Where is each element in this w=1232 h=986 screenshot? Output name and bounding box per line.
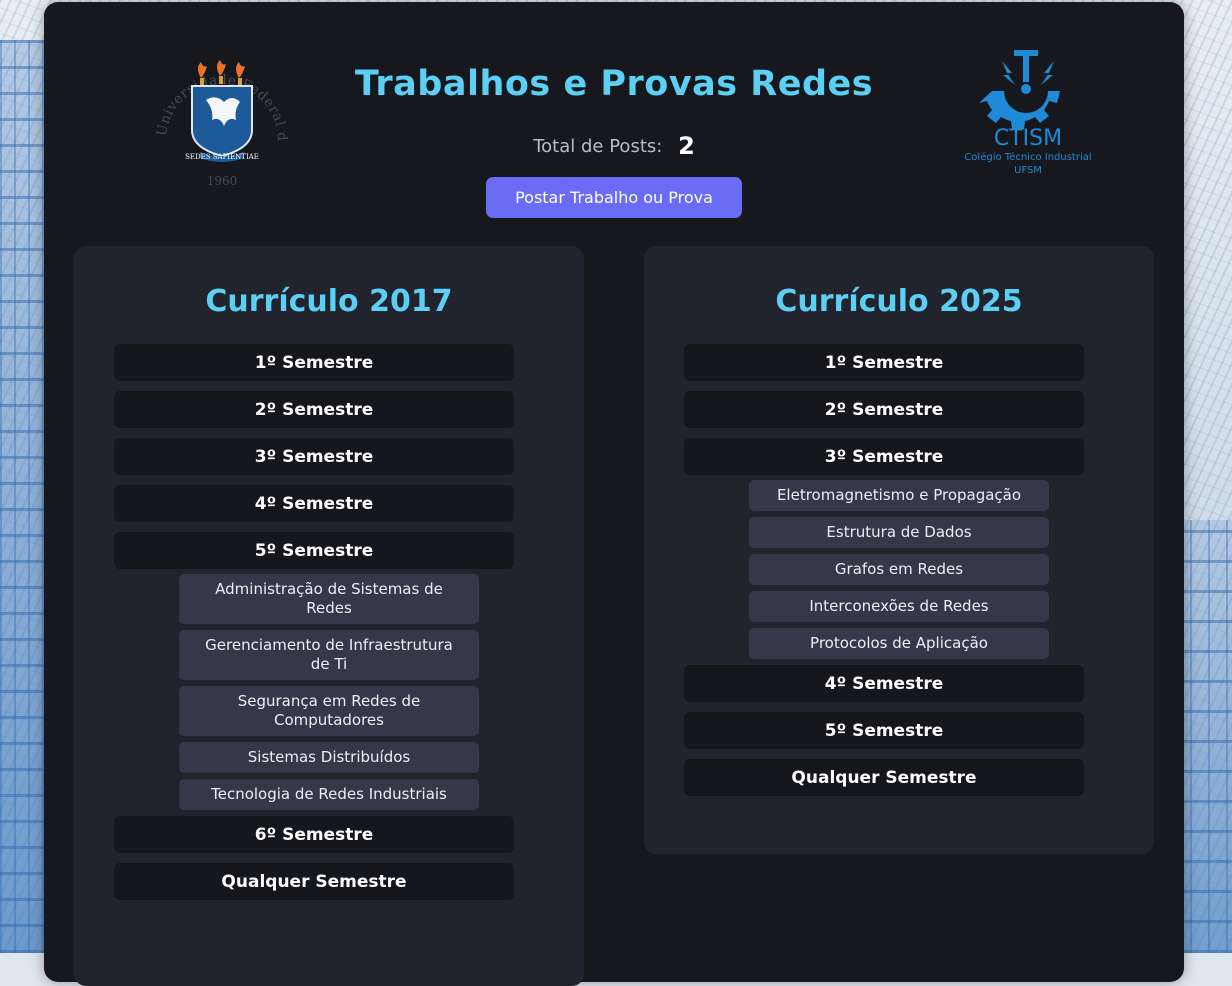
semester-button[interactable]: Qualquer Semestre xyxy=(114,863,514,900)
semester-button[interactable]: 6º Semestre xyxy=(114,816,514,853)
semester-button-expanded[interactable]: 3º Semestre xyxy=(684,438,1084,475)
subject-item[interactable]: Gerenciamento de Infraestrutura de Ti xyxy=(179,630,479,680)
subject-item[interactable]: Eletromagnetismo e Propagação xyxy=(749,480,1049,511)
ctism-logo: CTISM Colégio Técnico Industrial UFSM xyxy=(964,50,1092,176)
curriculum-2017-card: Currículo 2017 1º Semestre 2º Semestre 3… xyxy=(74,246,584,986)
semester-button[interactable]: 1º Semestre xyxy=(684,344,1084,381)
semester-button[interactable]: 3º Semestre xyxy=(114,438,514,475)
subject-item[interactable]: Estrutura de Dados xyxy=(749,517,1049,548)
subject-item[interactable]: Administração de Sistemas de Redes xyxy=(179,574,479,624)
ctism-line1: Colégio Técnico Industrial xyxy=(964,151,1091,163)
subject-item[interactable]: Segurança em Redes de Computadores xyxy=(179,686,479,736)
total-posts-count: 2 xyxy=(678,132,695,160)
gear-icon xyxy=(979,50,1060,129)
subject-list: Administração de Sistemas de Redes Geren… xyxy=(179,574,479,810)
semester-list: 1º Semestre 2º Semestre 3º Semestre Elet… xyxy=(684,344,1084,806)
main-panel: Universidade Federal de Santa Maria SEDE… xyxy=(44,2,1184,986)
subject-item[interactable]: Grafos em Redes xyxy=(749,554,1049,585)
semester-button-expanded[interactable]: 5º Semestre xyxy=(114,532,514,569)
semester-button[interactable]: Qualquer Semestre xyxy=(684,759,1084,796)
ctism-name: CTISM xyxy=(994,126,1062,151)
subject-item[interactable]: Protocolos de Aplicação xyxy=(749,628,1049,659)
subject-item[interactable]: Interconexões de Redes xyxy=(749,591,1049,622)
semester-button[interactable]: 4º Semestre xyxy=(114,485,514,522)
subject-item[interactable]: Sistemas Distribuídos xyxy=(179,742,479,773)
semester-button[interactable]: 4º Semestre xyxy=(684,665,1084,702)
curriculum-2025-card: Currículo 2025 1º Semestre 2º Semestre 3… xyxy=(644,246,1154,854)
post-work-button[interactable]: Postar Trabalho ou Prova xyxy=(486,177,742,218)
subject-list: Eletromagnetismo e Propagação Estrutura … xyxy=(749,480,1049,659)
ctism-line2: UFSM xyxy=(1014,165,1042,176)
curriculum-title: Currículo 2017 xyxy=(205,284,453,319)
semester-button[interactable]: 2º Semestre xyxy=(114,391,514,428)
semester-button[interactable]: 5º Semestre xyxy=(684,712,1084,749)
curriculum-title: Currículo 2025 xyxy=(775,284,1023,319)
ufsm-year: 1960 xyxy=(207,174,238,188)
semester-list: 1º Semestre 2º Semestre 3º Semestre 4º S… xyxy=(114,344,514,910)
semester-button[interactable]: 1º Semestre xyxy=(114,344,514,381)
subject-item[interactable]: Tecnologia de Redes Industriais xyxy=(179,779,479,810)
semester-button[interactable]: 2º Semestre xyxy=(684,391,1084,428)
header: Universidade Federal de Santa Maria SEDE… xyxy=(44,2,1184,232)
total-posts-label: Total de Posts: xyxy=(533,136,663,157)
